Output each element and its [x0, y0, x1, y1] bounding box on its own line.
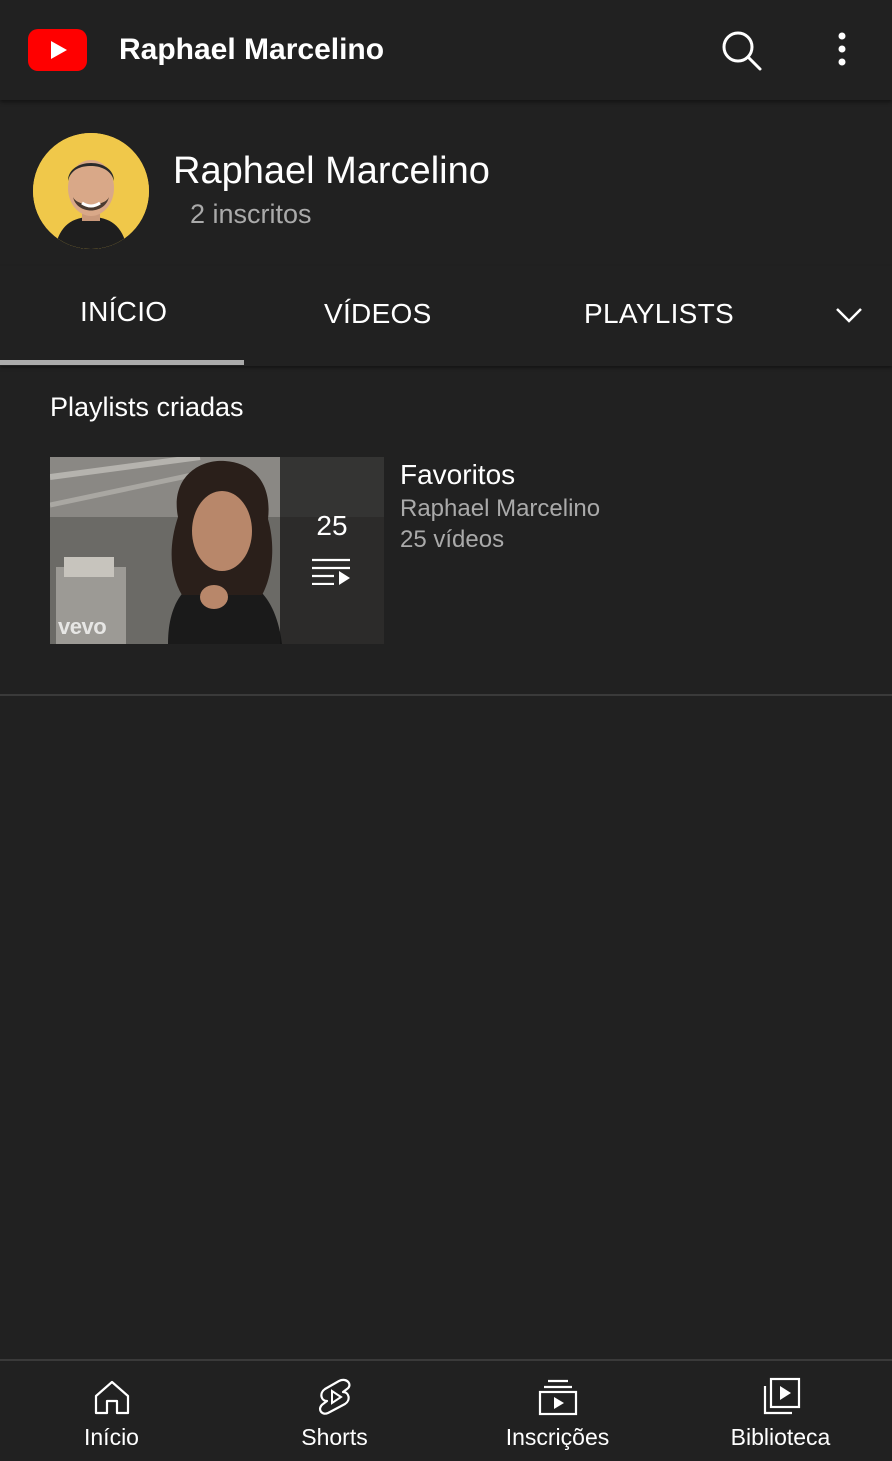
- section-divider: [0, 694, 892, 696]
- thumbnail-video-count: 25: [316, 510, 348, 541]
- more-vert-icon[interactable]: [826, 27, 858, 73]
- channel-tabs: INÍCIO VÍDEOS PLAYLISTS: [0, 266, 892, 366]
- shorts-icon: [318, 1378, 351, 1415]
- library-icon: [763, 1377, 800, 1415]
- avatar-person-icon: [33, 133, 149, 249]
- vevo-watermark: vevo: [58, 614, 107, 639]
- bottom-navigation: Início Shorts Inscrições Biblioteca: [0, 1359, 892, 1461]
- subscriptions-icon: [538, 1379, 577, 1416]
- search-icon[interactable]: [718, 27, 764, 73]
- playlist-owner: Raphael Marcelino: [400, 495, 601, 522]
- selected-tab-indicator: [0, 360, 244, 365]
- nav-label-shorts: Shorts: [301, 1424, 368, 1450]
- playlist-thumbnail[interactable]: vevo 25: [50, 457, 384, 644]
- thumbnail-overlay: 25: [280, 457, 384, 644]
- top-app-bar: Raphael Marcelino: [0, 0, 892, 100]
- playlist-title[interactable]: Favoritos: [400, 458, 515, 492]
- nav-item-biblioteca[interactable]: Biblioteca: [669, 1361, 892, 1461]
- chevron-down-icon[interactable]: [832, 298, 866, 332]
- channel-name: Raphael Marcelino: [173, 150, 490, 192]
- youtube-logo-icon[interactable]: [28, 29, 87, 71]
- nav-label-biblioteca: Biblioteca: [730, 1424, 831, 1450]
- playlist-item[interactable]: vevo 25 Favoritos Raphael Marcelino 25 v…: [50, 456, 850, 644]
- nav-item-shorts[interactable]: Shorts: [223, 1361, 446, 1461]
- nav-label-inicio: Início: [84, 1424, 139, 1450]
- tab-videos[interactable]: VÍDEOS: [324, 296, 432, 332]
- nav-item-inscricoes[interactable]: Inscrições: [446, 1361, 669, 1461]
- tab-inicio[interactable]: INÍCIO: [80, 294, 167, 330]
- nav-label-inscricoes: Inscrições: [505, 1424, 610, 1450]
- home-icon: [94, 1380, 129, 1415]
- playlist-play-icon: [312, 558, 350, 585]
- tab-playlists[interactable]: PLAYLISTS: [584, 296, 734, 332]
- subscriber-count: 2 inscritos: [190, 199, 312, 229]
- playlist-video-count: 25 vídeos: [400, 526, 505, 553]
- section-title: Playlists criadas: [50, 392, 244, 422]
- avatar[interactable]: [33, 133, 149, 249]
- page-title: Raphael Marcelino: [119, 33, 385, 66]
- channel-header: Raphael Marcelino 2 inscritos: [0, 100, 892, 266]
- nav-item-inicio[interactable]: Início: [0, 1361, 223, 1461]
